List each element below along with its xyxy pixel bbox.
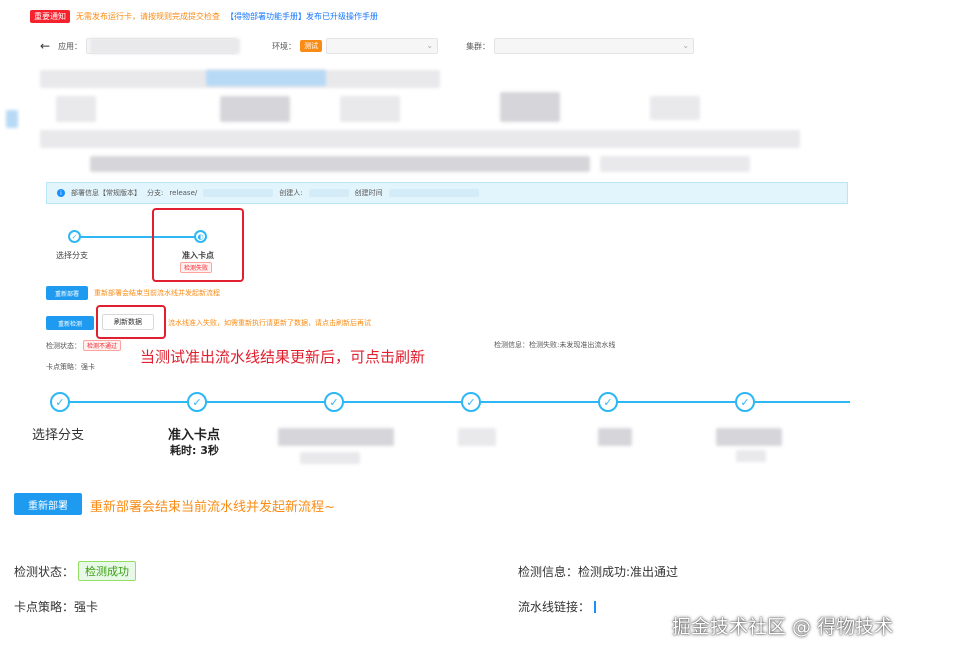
info-icon: i <box>57 189 65 197</box>
strategy-value: 强卡 <box>74 600 99 614</box>
blurred-block <box>340 96 400 122</box>
blurred-block <box>90 156 590 172</box>
small-strategy-field: 卡点策略：强卡 <box>46 362 95 372</box>
retry-check-button[interactable]: 重新检测 <box>46 316 94 330</box>
env-select[interactable]: ⌄ <box>326 38 439 54</box>
step-admission: 准入卡点 <box>168 428 221 443</box>
deploy-info-bar: i 部署信息【常规版本】 分支: release/ 创建人: 创建时间 <box>46 182 848 204</box>
small-redeploy-note: 重新部署会结束当前流水线并发起新流程 <box>94 289 220 297</box>
info-value: 检测成功:准出通过 <box>578 565 679 579</box>
created-blurred <box>388 189 479 197</box>
notice-link[interactable]: 【得物部署功能手册】发布已升级操作手册 <box>226 11 378 22</box>
chevron-down-icon: ⌄ <box>426 41 434 50</box>
pipeline-link-field: 流水线链接： <box>518 598 597 615</box>
small-strategy-value: 强卡 <box>81 363 95 371</box>
notice-tag: 重要通知 <box>30 9 70 23</box>
redeploy-button[interactable]: 重新部署 <box>14 493 82 515</box>
step-admission-time: 耗时: 3秒 <box>170 444 219 457</box>
pipeline-link-label: 流水线链接： <box>518 600 591 614</box>
redeploy-note: 重新部署会结束当前流水线并发起新流程~ <box>90 500 335 515</box>
strategy-label: 卡点策略： <box>14 600 75 614</box>
blurred-block <box>736 450 766 462</box>
blurred-block <box>56 96 96 122</box>
blurred-block <box>598 428 632 446</box>
created-label: 创建时间 <box>354 189 383 197</box>
small-redeploy-button[interactable]: 重新部署 <box>46 286 88 300</box>
arrow-left-icon[interactable]: ← <box>40 39 50 53</box>
small-status-label: 检测状态： <box>46 342 81 350</box>
blurred-block <box>600 156 750 172</box>
blurred-block <box>500 92 560 122</box>
check-icon: ✓ <box>68 230 81 243</box>
check-icon: ✓ <box>50 392 70 412</box>
small-step-select-branch: 选择分支 <box>56 251 88 260</box>
creator-blurred <box>308 189 349 197</box>
env-label: 环境： <box>272 41 297 51</box>
small-info-label: 检测信息： <box>494 341 529 349</box>
info-label: 检测信息： <box>518 565 579 579</box>
small-status-tag: 检测不通过 <box>83 340 122 351</box>
check-icon: ✓ <box>187 392 207 412</box>
strategy-field: 卡点策略： 强卡 <box>14 598 98 615</box>
blurred-block <box>458 428 496 446</box>
blurred-block <box>6 110 18 128</box>
small-info-value: 检测失败:未发现准出流水线 <box>529 341 616 349</box>
branch-blurred <box>203 189 274 197</box>
info-title: 部署信息【常规版本】 <box>71 189 141 197</box>
refresh-note: 流水线准入失败，如需重新执行请更新了数据，请点击刷新后再试 <box>168 319 371 327</box>
pipeline-link[interactable] <box>594 600 597 613</box>
env-badge: 测试 <box>300 40 323 52</box>
branch-label: 分支: <box>147 189 164 197</box>
highlight-box <box>96 305 166 339</box>
blurred-block <box>650 96 700 120</box>
blurred-block <box>278 428 394 446</box>
app-label: 应用： <box>58 41 83 51</box>
blurred-block <box>40 130 800 148</box>
creator-label: 创建人: <box>279 189 303 197</box>
highlight-box <box>152 208 244 282</box>
status-field: 检测状态： 检测成功 <box>14 561 137 581</box>
notice-text: 无需发布运行卡，请按规则完成提交检查 <box>76 11 220 21</box>
blurred-block <box>90 38 240 54</box>
step-line <box>60 401 850 403</box>
step-select-branch: 选择分支 <box>32 428 85 443</box>
branch-value: release/ <box>169 189 198 197</box>
watermark: 掘金技术社区 @ 得物技术 <box>672 616 894 638</box>
check-icon: ✓ <box>598 392 618 412</box>
status-badge: 检测成功 <box>78 561 137 581</box>
status-label: 检测状态： <box>14 564 75 579</box>
check-icon: ✓ <box>735 392 755 412</box>
blurred-block <box>716 428 782 446</box>
check-icon: ✓ <box>324 392 344 412</box>
cluster-label: 集群： <box>466 41 491 51</box>
cluster-select[interactable]: ⌄ <box>494 38 695 54</box>
small-status-field: 检测状态： 检测不通过 <box>46 340 122 351</box>
small-strategy-label: 卡点策略： <box>46 363 81 371</box>
deploy-page: 重要通知 无需发布运行卡，请按规则完成提交检查 【得物部署功能手册】发布已升级操… <box>0 0 978 658</box>
info-field: 检测信息： 检测成功:准出通过 <box>518 563 678 580</box>
blurred-block <box>220 96 290 122</box>
blurred-block <box>300 452 360 464</box>
chevron-down-icon: ⌄ <box>682 41 690 50</box>
small-info-field: 检测信息：检测失败:未发现准出流水线 <box>494 340 615 350</box>
blurred-block <box>206 70 326 86</box>
notice-bar: 重要通知 无需发布运行卡，请按规则完成提交检查 【得物部署功能手册】发布已升级操… <box>30 8 378 24</box>
annotation-text: 当测试准出流水线结果更新后，可点击刷新 <box>140 348 426 366</box>
check-icon: ✓ <box>461 392 481 412</box>
